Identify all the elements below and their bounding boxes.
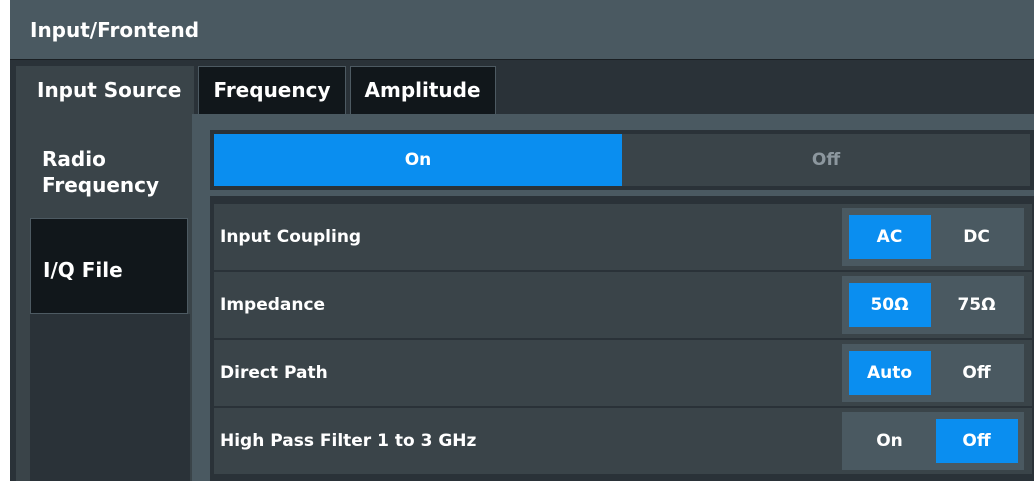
side-tab-filler: [30, 314, 190, 481]
impedance-50-button[interactable]: 50Ω: [848, 283, 931, 327]
direct-path-auto-button[interactable]: Auto: [848, 351, 931, 395]
side-tab-iq-file[interactable]: I/Q File: [30, 218, 188, 314]
high-pass-filter-off-button[interactable]: Off: [935, 419, 1018, 463]
input-frontend-dialog: Input/Frontend Input Source Frequency Am…: [10, 0, 1034, 481]
direct-path-off-button[interactable]: Off: [936, 351, 1018, 395]
tab-amplitude[interactable]: Amplitude: [349, 66, 496, 114]
direct-path-toggle: Auto Off: [842, 344, 1024, 402]
impedance-75-button[interactable]: 75Ω: [936, 283, 1018, 327]
setting-row-high-pass-filter: High Pass Filter 1 to 3 GHz On Off: [214, 408, 1032, 474]
tab-input-source[interactable]: Input Source: [16, 66, 195, 114]
input-coupling-toggle: AC DC: [842, 208, 1024, 266]
rf-on-button[interactable]: On: [214, 134, 622, 186]
high-pass-filter-toggle: On Off: [842, 412, 1024, 470]
direct-path-label: Direct Path: [220, 363, 328, 383]
tab-content: Radio Frequency I/Q File On Off Input Co…: [16, 114, 1034, 481]
rf-state-toggle: On Off: [210, 130, 1034, 190]
rf-off-button[interactable]: Off: [622, 134, 1030, 186]
dialog-title: Input/Frontend: [10, 0, 1034, 60]
setting-row-input-coupling: Input Coupling AC DC: [214, 204, 1032, 270]
input-coupling-dc-button[interactable]: DC: [936, 215, 1018, 259]
settings-list: Input Coupling AC DC Impedance 50Ω 75Ω D…: [210, 196, 1034, 481]
input-coupling-ac-button[interactable]: AC: [848, 215, 931, 259]
high-pass-filter-on-button[interactable]: On: [849, 419, 931, 463]
setting-row-direct-path: Direct Path Auto Off: [214, 340, 1032, 406]
impedance-label: Impedance: [220, 295, 326, 315]
tab-bar: Input Source Frequency Amplitude: [16, 66, 500, 114]
impedance-toggle: 50Ω 75Ω: [842, 276, 1024, 334]
radio-frequency-panel: On Off Input Coupling AC DC Impedance 50…: [192, 114, 1034, 481]
setting-row-impedance: Impedance 50Ω 75Ω: [214, 272, 1032, 338]
side-tab-iq-file-label: I/Q File: [43, 258, 123, 282]
input-coupling-label: Input Coupling: [220, 227, 362, 247]
tab-frequency[interactable]: Frequency: [198, 66, 346, 114]
side-tab-radio-frequency-label: Radio Frequency: [42, 147, 160, 197]
side-tab-radio-frequency[interactable]: Radio Frequency: [30, 130, 190, 218]
high-pass-filter-label: High Pass Filter 1 to 3 GHz: [220, 431, 477, 451]
